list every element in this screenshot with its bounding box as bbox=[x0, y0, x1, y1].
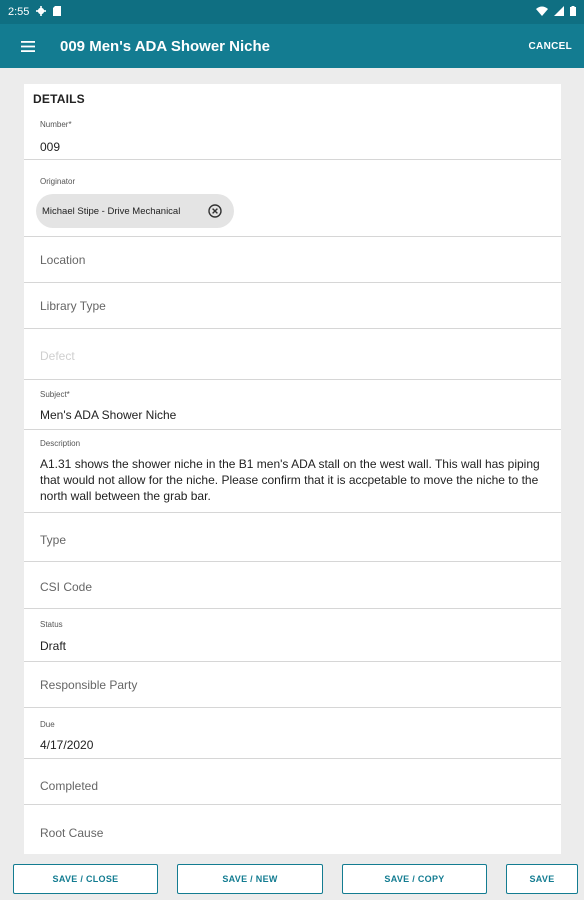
due-date-field[interactable]: Due 4/17/2020 bbox=[24, 708, 561, 759]
library-type-placeholder: Library Type bbox=[40, 299, 106, 313]
status-label: Status bbox=[40, 620, 63, 629]
location-field[interactable]: Location bbox=[24, 237, 561, 283]
status-time: 2:55 bbox=[8, 6, 30, 18]
originator-chip-text: Michael Stipe - Drive Mechanical bbox=[42, 205, 181, 217]
defect-placeholder: Defect bbox=[40, 349, 75, 363]
root-cause-placeholder: Root Cause bbox=[40, 826, 104, 840]
csi-code-field[interactable]: CSI Code bbox=[24, 562, 561, 609]
description-label: Description bbox=[40, 439, 81, 448]
status-value: Draft bbox=[40, 639, 67, 653]
responsible-party-placeholder: Responsible Party bbox=[40, 678, 138, 692]
description-value: A1.31 shows the shower niche in the B1 m… bbox=[40, 457, 540, 503]
save-copy-button[interactable]: SAVE / COPY bbox=[342, 864, 487, 894]
subject-label: Subject* bbox=[40, 390, 70, 399]
type-field[interactable]: Type bbox=[24, 513, 561, 562]
due-value: 4/17/2020 bbox=[40, 738, 94, 752]
type-placeholder: Type bbox=[40, 533, 67, 547]
sd-card-icon bbox=[53, 5, 62, 19]
description-field[interactable]: Description A1.31 shows the shower niche… bbox=[24, 430, 561, 513]
cancel-button[interactable]: CANCEL bbox=[529, 41, 584, 52]
originator-field: Originator Michael Stipe - Drive Mechani… bbox=[24, 160, 561, 237]
root-cause-field[interactable]: Root Cause bbox=[24, 805, 561, 854]
bottom-action-bar: SAVE / CLOSE SAVE / NEW SAVE / COPY SAVE bbox=[0, 858, 584, 900]
signal-icon bbox=[554, 5, 564, 19]
save-close-button[interactable]: SAVE / CLOSE bbox=[13, 864, 158, 894]
originator-label: Originator bbox=[40, 177, 76, 186]
number-label: Number* bbox=[40, 120, 72, 129]
remove-chip-icon[interactable] bbox=[204, 200, 226, 222]
app-bar: 009 Men's ADA Shower Niche CANCEL bbox=[0, 24, 584, 68]
defect-field: Defect bbox=[24, 329, 561, 380]
responsible-party-field[interactable]: Responsible Party bbox=[24, 662, 561, 708]
battery-icon bbox=[570, 5, 576, 19]
completed-field[interactable]: Completed bbox=[24, 759, 561, 805]
subject-field[interactable]: Subject* Men's ADA Shower Niche bbox=[24, 380, 561, 430]
library-type-field[interactable]: Library Type bbox=[24, 283, 561, 329]
save-new-button[interactable]: SAVE / NEW bbox=[177, 864, 323, 894]
save-button[interactable]: SAVE bbox=[506, 864, 578, 894]
section-title: DETAILS bbox=[33, 92, 85, 106]
gear-icon bbox=[36, 5, 47, 19]
subject-value: Men's ADA Shower Niche bbox=[40, 408, 177, 422]
status-field[interactable]: Status Draft bbox=[24, 609, 561, 662]
completed-placeholder: Completed bbox=[40, 779, 99, 793]
number-field[interactable]: Number* 009 bbox=[24, 114, 561, 160]
status-bar: 2:55 bbox=[0, 0, 584, 24]
location-placeholder: Location bbox=[40, 253, 86, 267]
wifi-icon bbox=[536, 6, 548, 19]
details-card: DETAILS Number* 009 Originator Michael S… bbox=[24, 84, 561, 854]
page-title: 009 Men's ADA Shower Niche bbox=[60, 37, 271, 55]
csi-code-placeholder: CSI Code bbox=[40, 580, 93, 594]
originator-chip[interactable]: Michael Stipe - Drive Mechanical bbox=[36, 194, 234, 228]
due-label: Due bbox=[40, 720, 55, 729]
hamburger-menu-icon[interactable] bbox=[0, 24, 56, 68]
number-value: 009 bbox=[40, 140, 61, 154]
